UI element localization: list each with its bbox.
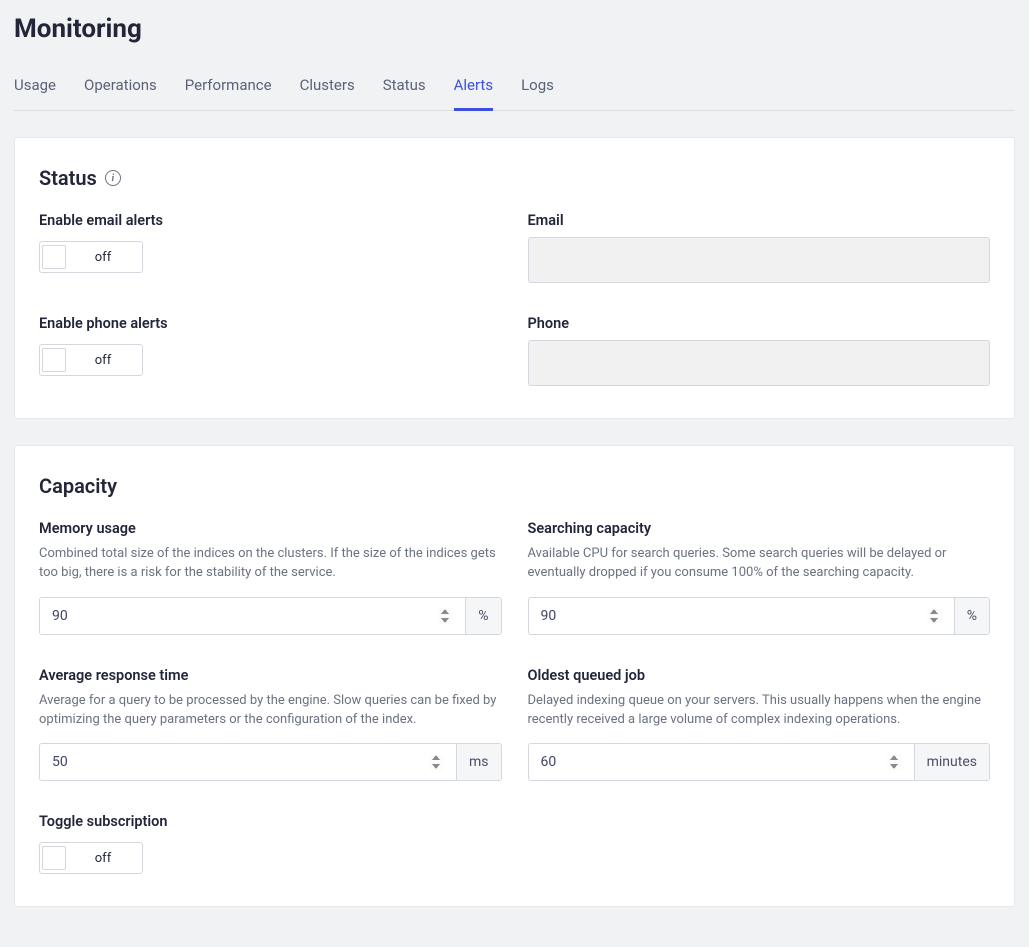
tab-status[interactable]: Status	[383, 70, 426, 111]
toggle-knob	[42, 245, 66, 269]
enable-phone-alerts-label: Enable phone alerts	[39, 315, 502, 332]
searching-capacity-input[interactable]	[529, 598, 954, 634]
toggle-state-label: off	[66, 851, 140, 866]
toggle-subscription-label: Toggle subscription	[39, 813, 502, 830]
memory-unit: %	[465, 598, 500, 634]
tabs-bar: Usage Operations Performance Clusters St…	[14, 70, 1015, 111]
enable-email-alerts-toggle[interactable]: off	[39, 241, 143, 273]
searching-unit: %	[954, 598, 989, 634]
phone-field[interactable]	[528, 340, 991, 386]
toggle-state-label: off	[66, 250, 140, 265]
toggle-subscription-toggle[interactable]: off	[39, 842, 143, 874]
enable-email-alerts-label: Enable email alerts	[39, 212, 502, 229]
oldest-job-desc: Delayed indexing queue on your servers. …	[528, 692, 991, 730]
email-field[interactable]	[528, 237, 991, 283]
oldest-unit: minutes	[914, 744, 989, 780]
phone-label: Phone	[528, 315, 991, 332]
toggle-knob	[42, 348, 66, 372]
tab-clusters[interactable]: Clusters	[300, 70, 355, 111]
memory-usage-label: Memory usage	[39, 520, 502, 537]
memory-usage-input[interactable]	[40, 598, 465, 634]
oldest-job-input[interactable]	[529, 744, 914, 780]
tab-alerts[interactable]: Alerts	[454, 70, 494, 111]
page-title: Monitoring	[14, 14, 1015, 44]
tab-performance[interactable]: Performance	[185, 70, 272, 111]
searching-capacity-label: Searching capacity	[528, 520, 991, 537]
tab-usage[interactable]: Usage	[14, 70, 56, 111]
response-time-input[interactable]	[40, 744, 456, 780]
capacity-card: Capacity Memory usage Combined total siz…	[14, 445, 1015, 907]
tab-operations[interactable]: Operations	[84, 70, 157, 111]
info-icon[interactable]: i	[105, 170, 121, 186]
email-label: Email	[528, 212, 991, 229]
toggle-state-label: off	[66, 353, 140, 368]
status-card: Status i Enable email alerts off Email E…	[14, 137, 1015, 419]
response-time-label: Average response time	[39, 667, 502, 684]
response-unit: ms	[456, 744, 501, 780]
tab-logs[interactable]: Logs	[521, 70, 554, 111]
enable-phone-alerts-toggle[interactable]: off	[39, 344, 143, 376]
searching-capacity-desc: Available CPU for search queries. Some s…	[528, 545, 991, 583]
memory-usage-desc: Combined total size of the indices on th…	[39, 545, 502, 583]
toggle-knob	[42, 846, 66, 870]
capacity-title: Capacity	[39, 474, 117, 498]
status-title: Status	[39, 166, 97, 190]
response-time-desc: Average for a query to be processed by t…	[39, 692, 502, 730]
oldest-job-label: Oldest queued job	[528, 667, 991, 684]
